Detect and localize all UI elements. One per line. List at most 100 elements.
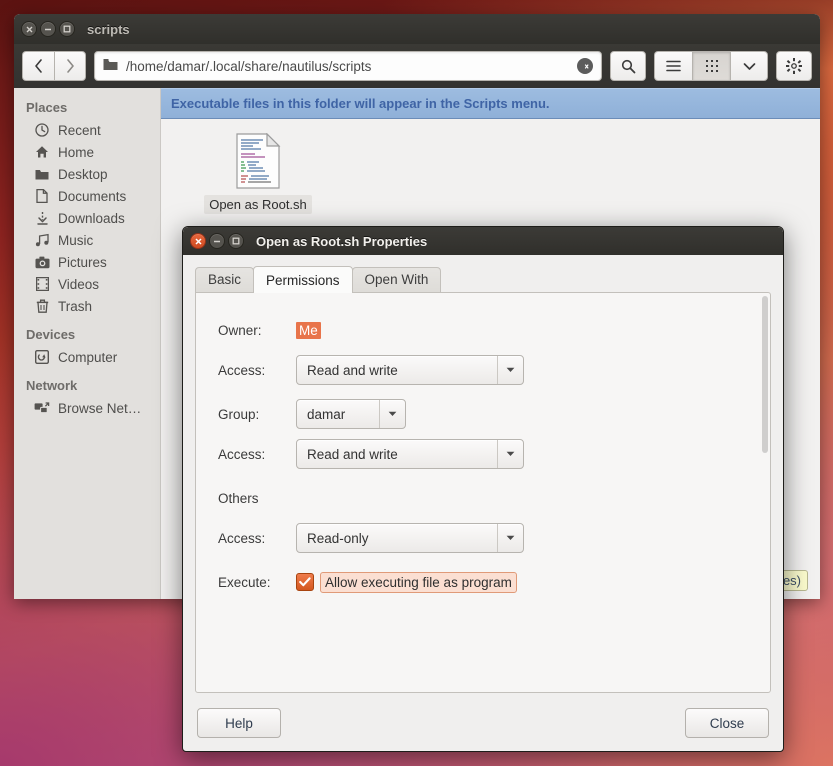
folder-icon — [103, 58, 118, 74]
sidebar-item-label: Documents — [58, 188, 127, 204]
sidebar-item-home[interactable]: Home — [14, 141, 160, 163]
sidebar-item-computer[interactable]: Computer — [14, 346, 160, 368]
group-select[interactable]: damar — [296, 399, 406, 429]
dialog-footer: Help Close — [195, 703, 771, 751]
minimize-icon[interactable] — [209, 233, 225, 249]
sidebar-item-trash[interactable]: Trash — [14, 295, 160, 317]
scripts-infobar: Executable files in this folder will app… — [161, 88, 820, 119]
panel-scrollbar[interactable] — [762, 296, 768, 689]
execute-checkbox-group[interactable]: Allow executing file as program — [296, 571, 517, 593]
film-icon — [34, 276, 50, 292]
close-icon[interactable] — [190, 233, 206, 249]
sidebar-item-desktop[interactable]: Desktop — [14, 163, 160, 185]
document-icon — [34, 188, 50, 204]
sidebar-item-label: Videos — [58, 276, 100, 292]
group-row: Group: damar — [218, 399, 770, 429]
properties-dialog: Open as Root.sh Properties Basic Permiss… — [182, 226, 784, 752]
group-label: Group: — [218, 406, 260, 422]
others-access-row: Access: Read-only — [218, 523, 770, 553]
folder-icon — [34, 166, 50, 182]
clock-icon — [34, 122, 50, 138]
chevron-down-icon — [379, 400, 405, 428]
tab-open-with[interactable]: Open With — [351, 267, 442, 292]
sidebar-item-label: Desktop — [58, 166, 108, 182]
tab-permissions[interactable]: Permissions — [253, 266, 353, 293]
chevron-down-icon — [497, 356, 523, 384]
permissions-panel: Owner: Me Access: Read and write Group: — [195, 292, 771, 693]
maximize-icon[interactable] — [228, 233, 244, 249]
sidebar: Places Recent Home Desktop Documents Dow… — [14, 88, 161, 599]
execute-checkbox[interactable] — [296, 573, 314, 591]
window-titlebar: scripts — [14, 14, 820, 44]
owner-access-label: Access: — [218, 362, 266, 378]
owner-access-select[interactable]: Read and write — [296, 355, 524, 385]
sidebar-item-documents[interactable]: Documents — [14, 185, 160, 207]
sidebar-item-label: Music — [58, 232, 94, 248]
others-access-label: Access: — [218, 530, 266, 546]
computer-icon — [34, 349, 50, 365]
others-access-select[interactable]: Read-only — [296, 523, 524, 553]
group-access-row: Access: Read and write — [218, 439, 770, 469]
execute-row: Execute: Allow executing file as program — [218, 567, 770, 597]
sidebar-item-label: Pictures — [58, 254, 107, 270]
maximize-icon[interactable] — [59, 21, 75, 37]
sidebar-heading-places: Places — [26, 100, 68, 115]
network-icon — [34, 400, 50, 416]
close-icon[interactable] — [21, 21, 37, 37]
camera-icon — [34, 254, 50, 270]
sidebar-item-browse-network[interactable]: Browse Net… — [14, 397, 160, 419]
dialog-titlebar: Open as Root.sh Properties — [183, 227, 783, 255]
others-label: Others — [218, 490, 259, 506]
grid-view-icon[interactable] — [692, 51, 730, 81]
sidebar-item-videos[interactable]: Videos — [14, 273, 160, 295]
close-button[interactable]: Close — [685, 708, 769, 738]
sidebar-item-label: Computer — [58, 349, 118, 365]
sidebar-item-label: Trash — [58, 298, 93, 314]
list-view-icon[interactable] — [654, 51, 692, 81]
toolbar: /home/damar/.local/share/nautilus/script… — [14, 44, 820, 88]
owner-value: Me — [296, 321, 321, 339]
window-title: scripts — [87, 21, 130, 37]
download-icon — [34, 210, 50, 226]
minimize-icon[interactable] — [40, 21, 56, 37]
owner-label: Owner: — [218, 322, 262, 338]
chevron-down-icon[interactable] — [730, 51, 768, 81]
permissions-form: Owner: Me Access: Read and write Group: — [196, 293, 770, 597]
sidebar-item-label: Browse Net… — [58, 400, 142, 416]
sidebar-heading-network: Network — [26, 378, 78, 393]
sidebar-heading-devices: Devices — [26, 327, 76, 342]
sidebar-item-label: Recent — [58, 122, 101, 138]
search-icon[interactable] — [610, 51, 646, 81]
tab-strip: Basic Permissions Open With — [195, 265, 771, 293]
file-item[interactable]: Open as Root.sh — [203, 132, 313, 214]
sidebar-item-music[interactable]: Music — [14, 229, 160, 251]
file-name-label: Open as Root.sh — [204, 195, 312, 214]
forward-button[interactable] — [54, 51, 86, 81]
sidebar-item-downloads[interactable]: Downloads — [14, 207, 160, 229]
clear-location-icon[interactable] — [577, 58, 593, 74]
group-access-label: Access: — [218, 446, 266, 462]
dialog-title: Open as Root.sh Properties — [256, 233, 428, 249]
tab-basic[interactable]: Basic — [195, 267, 255, 292]
group-access-value: Read and write — [307, 446, 398, 462]
back-button[interactable] — [22, 51, 54, 81]
owner-access-row: Access: Read and write — [218, 355, 770, 385]
chevron-down-icon — [497, 524, 523, 552]
gear-icon[interactable] — [776, 51, 812, 81]
execute-label: Execute: — [218, 574, 271, 590]
group-value: damar — [307, 406, 346, 422]
infobar-message: Executable files in this folder will app… — [171, 96, 550, 111]
sidebar-item-recent[interactable]: Recent — [14, 119, 160, 141]
sidebar-item-pictures[interactable]: Pictures — [14, 251, 160, 273]
navigation-buttons — [22, 51, 86, 81]
owner-row: Owner: Me — [218, 315, 770, 345]
execute-checkbox-label[interactable]: Allow executing file as program — [320, 571, 517, 593]
location-bar[interactable]: /home/damar/.local/share/nautilus/script… — [94, 51, 602, 81]
group-access-select[interactable]: Read and write — [296, 439, 524, 469]
sidebar-item-label: Home — [58, 144, 95, 160]
view-mode-buttons — [654, 51, 768, 81]
scrollbar-thumb[interactable] — [762, 296, 768, 454]
others-row: Others — [218, 483, 770, 513]
others-access-value: Read-only — [307, 530, 369, 546]
help-button[interactable]: Help — [197, 708, 281, 738]
